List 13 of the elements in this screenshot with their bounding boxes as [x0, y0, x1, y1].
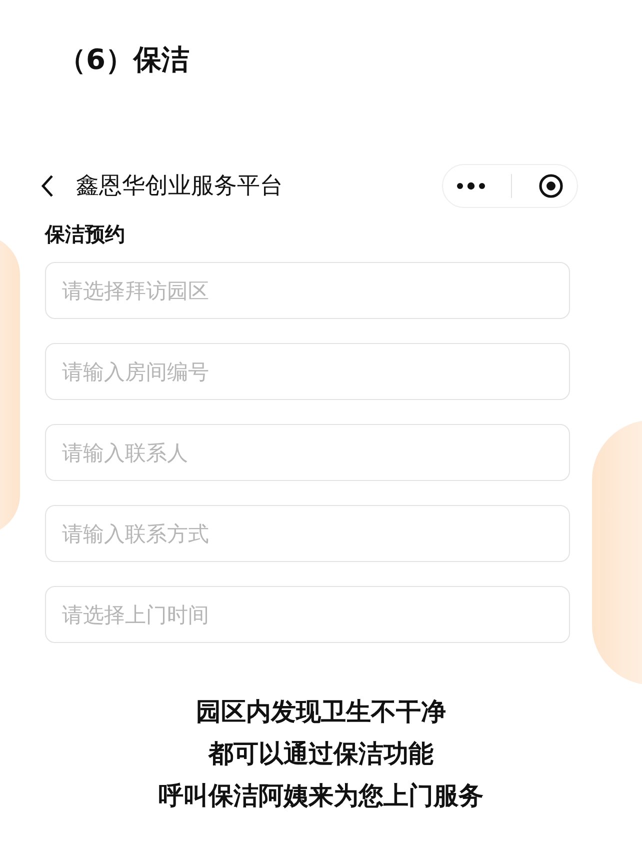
- nav-title: 鑫恩华创业服务平台: [76, 172, 283, 201]
- back-icon[interactable]: [40, 174, 54, 198]
- caption-line: 呼叫保洁阿姨来为您上门服务: [158, 780, 484, 812]
- page-title: （6）保洁: [57, 42, 190, 78]
- more-icon[interactable]: [456, 182, 486, 190]
- caption-line: 园区内发现卫生不干净: [195, 696, 447, 728]
- input-field[interactable]: 请输入联系方式: [45, 505, 570, 562]
- input-field[interactable]: 请选择拜访园区: [45, 262, 570, 319]
- input-field[interactable]: 请输入房间编号: [45, 343, 570, 400]
- input-field[interactable]: 请输入联系人: [45, 424, 570, 481]
- section-title: 保洁预约: [45, 221, 126, 248]
- input-field[interactable]: 请选择上门时间: [45, 586, 570, 643]
- caption-line: 都可以通过保洁功能: [207, 738, 434, 770]
